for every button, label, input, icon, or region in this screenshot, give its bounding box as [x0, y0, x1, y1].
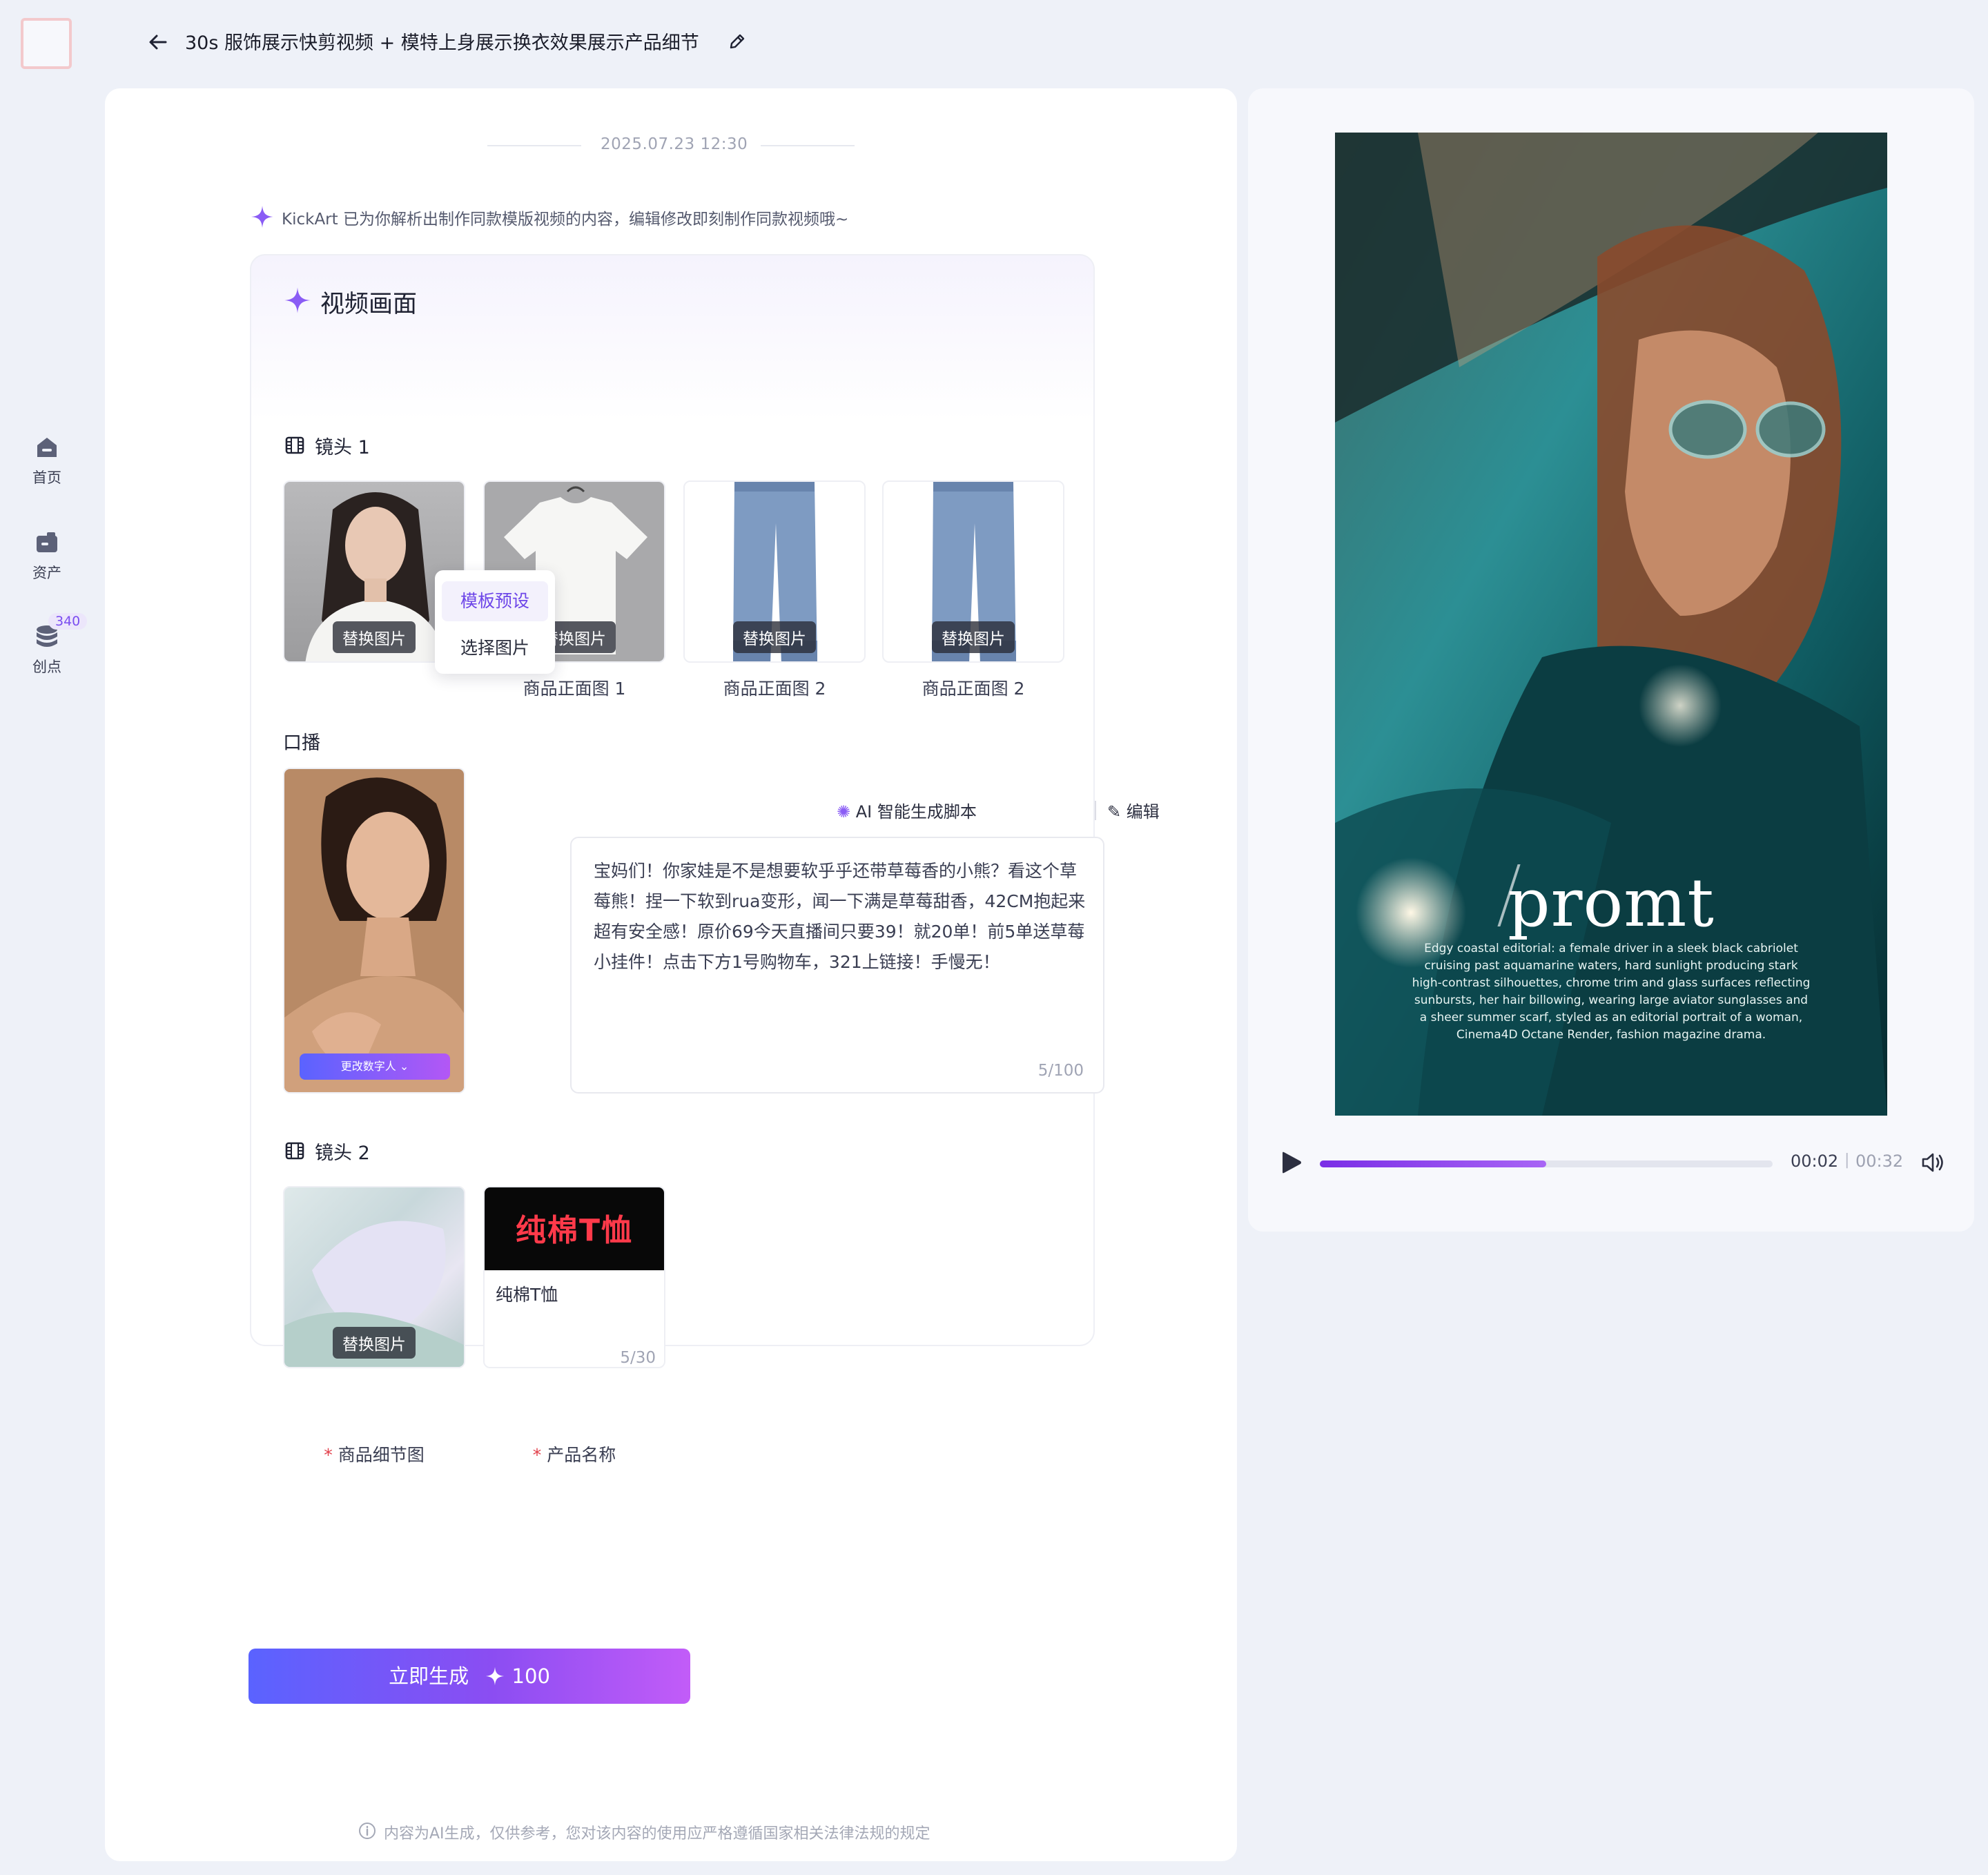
sparkle-icon	[284, 287, 311, 313]
product-name-count: 5/30	[620, 1349, 656, 1367]
voice-label: 口播	[283, 732, 320, 754]
shot-1-product-thumb-3[interactable]: 替换图片	[882, 480, 1064, 663]
nav-label-credits: 创点	[32, 659, 61, 675]
time-separator: |	[1844, 1152, 1850, 1169]
product-name-banner-text: 纯棉T恤	[515, 1213, 633, 1248]
preview-overlay-desc: Edgy coastal editorial: a female driver …	[1412, 942, 1811, 1042]
generate-cost: 100	[485, 1664, 550, 1688]
digital-human-photo	[284, 777, 464, 1092]
ai-generate-script-button[interactable]: ✺ AI 智能生成脚本	[837, 798, 977, 822]
chat-date: 2025.07.23 12:30	[601, 135, 748, 153]
date-divider-left	[487, 145, 581, 146]
preview-overlay-title: promt	[1508, 864, 1715, 942]
info-icon	[359, 1823, 376, 1839]
video-scene-card: 视频画面 镜头 1 替换图片 替换图片 商品正面图 1 替换图片 商品正面图 2…	[250, 254, 1160, 1465]
nav-label-home: 首页	[32, 469, 61, 486]
generate-button[interactable]: 立即生成 100	[248, 1649, 690, 1704]
product-name-banner: 纯棉T恤	[485, 1187, 664, 1270]
name-caption: * 产品名称	[483, 1441, 665, 1466]
video-preview[interactable]: promt Edgy coastal editorial: a female d…	[1335, 133, 1887, 1116]
play-icon[interactable]	[1278, 1150, 1303, 1175]
replace-image-dropdown: 模板预设 选择图片	[435, 570, 555, 674]
sparkle-icon	[251, 206, 273, 228]
ai-disclaimer: 内容为AI生成，仅供参考，您对该内容的使用应严格遵循国家相关法律法规的规定	[384, 1825, 930, 1843]
replace-image-button[interactable]: 替换图片	[333, 1327, 416, 1359]
film-icon	[285, 436, 304, 454]
thumb-caption: 商品正面图 2	[723, 679, 826, 699]
card-title: 视频画面	[320, 291, 418, 318]
shot-2-label: 镜头 2	[315, 1143, 370, 1164]
progress-bar[interactable]	[1320, 1160, 1773, 1167]
nav-item-assets[interactable]: 资产	[12, 529, 81, 583]
nav-item-home[interactable]: 首页	[12, 434, 81, 487]
required-asterisk: *	[324, 1445, 333, 1465]
date-divider-right	[761, 145, 855, 146]
editor-panel: 2025.07.23 12:30 KickArt 已为你解析出制作同款模版视频的…	[105, 88, 1237, 1861]
home-icon	[37, 438, 57, 457]
name-caption-text: 产品名称	[547, 1445, 616, 1465]
ai-note: KickArt 已为你解析出制作同款模版视频的内容，编辑修改即刻制作同款视频哦~	[282, 211, 849, 229]
toolbar-divider	[1095, 801, 1096, 820]
required-asterisk: *	[532, 1445, 542, 1465]
time-total: 00:32	[1855, 1152, 1904, 1171]
script-text: 宝妈们！你家娃是不是想要软乎乎还带草莓香的小熊？看这个草莓熊！捏一下软到rua变…	[594, 861, 1086, 972]
film-icon	[285, 1142, 304, 1160]
edit-script-button[interactable]: ✎ 编辑	[1107, 798, 1160, 822]
edit-script-label: 编辑	[1126, 802, 1160, 822]
shot-2-detail-thumb[interactable]: 替换图片	[283, 1186, 465, 1368]
detail-caption: * 商品细节图	[283, 1441, 465, 1466]
product-name-card[interactable]: 纯棉T恤 纯棉T恤 5/30	[483, 1186, 665, 1368]
edit-title-icon[interactable]	[728, 32, 747, 51]
preview-panel: promt Edgy coastal editorial: a female d…	[1248, 88, 1974, 1232]
thumb-caption: 商品正面图 1	[523, 679, 626, 699]
change-avatar-button[interactable]: 更改数字人 ⌄	[300, 1053, 450, 1080]
script-textarea[interactable]: 宝妈们！你家娃是不是想要软乎乎还带草莓香的小熊？看这个草莓熊！捏一下软到rua变…	[570, 837, 1104, 1094]
replace-image-button[interactable]: 替换图片	[932, 621, 1015, 653]
app-logo[interactable]	[21, 18, 72, 69]
progress-fill	[1320, 1160, 1546, 1167]
nav-item-credits[interactable]: 创点	[12, 623, 81, 677]
volume-icon[interactable]	[1920, 1150, 1947, 1175]
dropdown-item-select-image[interactable]: 选择图片	[442, 628, 548, 668]
back-arrow-icon[interactable]	[148, 32, 168, 52]
change-avatar-label: 更改数字人	[340, 1060, 396, 1073]
generate-label: 立即生成	[389, 1664, 469, 1688]
ai-script-label: AI 智能生成脚本	[855, 802, 977, 822]
product-name-value: 纯棉T恤	[496, 1285, 558, 1305]
pencil-icon: ✎	[1107, 802, 1122, 822]
credits-badge: 340	[48, 613, 88, 630]
time-current: 00:02	[1791, 1152, 1839, 1171]
replace-image-button[interactable]: 替换图片	[333, 621, 416, 653]
generate-cost-value: 100	[511, 1664, 550, 1688]
shot-1-label: 镜头 1	[315, 437, 370, 458]
shot-1-product-thumb-2[interactable]: 替换图片	[683, 480, 866, 663]
digital-human-thumb[interactable]: 更改数字人 ⌄	[283, 768, 465, 1094]
assets-icon	[37, 532, 57, 552]
thumb-caption: 商品正面图 2	[922, 679, 1025, 699]
replace-image-button[interactable]: 替换图片	[733, 621, 816, 653]
product-name-input[interactable]: 纯棉T恤 5/30	[485, 1270, 664, 1367]
nav-label-assets: 资产	[32, 565, 61, 581]
detail-caption-text: 商品细节图	[338, 1445, 425, 1465]
page-title: 30s 服饰展示快剪视频 + 模特上身展示换衣效果展示产品细节	[185, 32, 699, 54]
dropdown-item-template-preset[interactable]: 模板预设	[442, 581, 548, 621]
ai-sparkle-icon: ✺	[837, 802, 851, 822]
sparkle-icon	[485, 1667, 505, 1686]
script-char-count: 5/100	[1037, 1062, 1084, 1080]
